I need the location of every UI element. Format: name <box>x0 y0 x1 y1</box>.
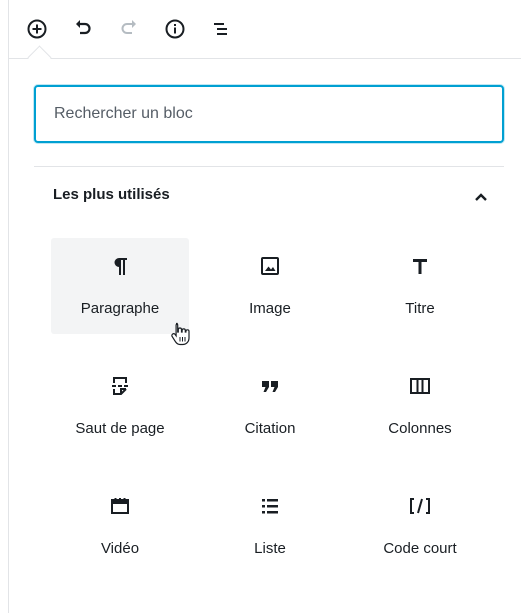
block-label: Titre <box>405 300 435 317</box>
image-icon <box>201 252 339 280</box>
chevron-up-icon <box>475 193 487 201</box>
search-input[interactable] <box>34 85 504 143</box>
block-item-page-break[interactable]: Saut de page <box>51 358 189 454</box>
panel-collapse-button[interactable] <box>469 185 493 209</box>
block-item-quote[interactable]: Citation <box>201 358 339 454</box>
list-icon <box>201 492 339 520</box>
block-item-video[interactable]: Vidéo <box>51 478 189 574</box>
quote-icon <box>201 372 339 400</box>
block-item-heading[interactable]: Titre <box>351 238 489 334</box>
block-label: Vidéo <box>100 540 140 557</box>
block-inserter: Les plus utilisés Paragraphe Image <box>9 58 521 613</box>
add-block-button[interactable] <box>23 15 51 43</box>
block-label: Saut de page <box>75 420 165 437</box>
shortcode-icon <box>351 492 489 520</box>
redo-button[interactable] <box>115 15 143 43</box>
editor-toolbar <box>9 0 521 59</box>
undo-icon <box>76 20 91 35</box>
page-break-icon <box>51 372 189 400</box>
video-icon <box>51 492 189 520</box>
columns-icon <box>351 372 489 400</box>
info-button[interactable] <box>161 15 189 43</box>
plus-circle-icon <box>27 19 47 39</box>
block-item-paragraph[interactable]: Paragraphe <box>51 238 189 334</box>
block-navigation-button[interactable] <box>207 15 235 43</box>
editor-sidebar: Les plus utilisés Paragraphe Image <box>8 0 521 613</box>
panel-title: Les plus utilisés <box>53 186 170 203</box>
divider <box>34 166 504 167</box>
hand-cursor-icon <box>171 322 190 346</box>
block-label: Liste <box>254 540 286 557</box>
block-label: Code court <box>383 540 457 557</box>
block-item-columns[interactable]: Colonnes <box>351 358 489 454</box>
redo-icon <box>121 20 136 34</box>
block-item-list[interactable]: Liste <box>201 478 339 574</box>
undo-button[interactable] <box>69 15 97 43</box>
block-item-image[interactable]: Image <box>201 238 339 334</box>
heading-icon <box>351 252 489 280</box>
info-icon <box>165 19 185 39</box>
outline-list-icon <box>214 23 227 35</box>
block-item-shortcode[interactable]: Code court <box>351 478 489 574</box>
block-label: Paragraphe <box>80 300 160 317</box>
block-label: Colonnes <box>388 420 452 437</box>
block-label: Citation <box>244 420 296 437</box>
block-label: Image <box>249 300 291 317</box>
paragraph-icon <box>51 252 189 280</box>
